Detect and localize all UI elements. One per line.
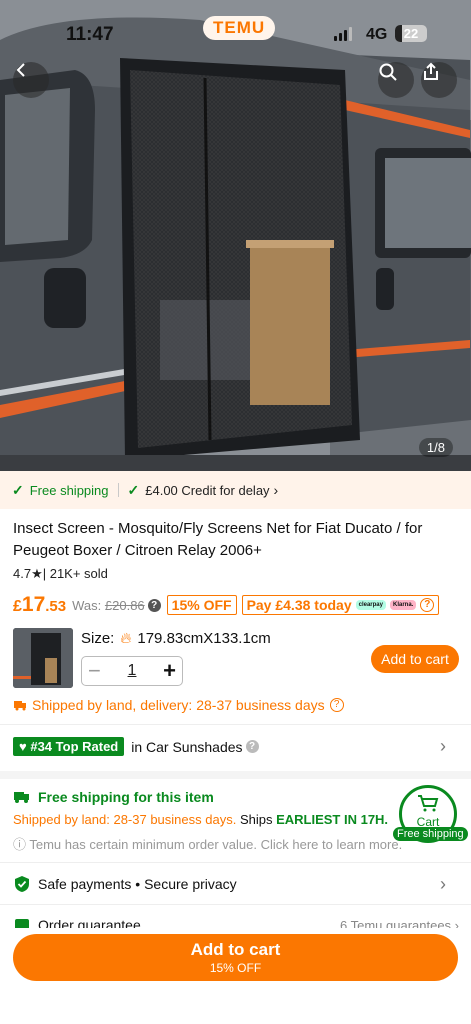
size-label: Size: [81, 630, 115, 647]
truck-icon [14, 701, 26, 711]
price-row: £17.53 Was: £20.86 ? 15% OFF Pay £4.38 t… [13, 593, 440, 617]
variant-thumbnail[interactable] [13, 628, 73, 688]
safe-payments-row[interactable]: Safe payments • Secure privacy › [13, 873, 459, 894]
search-button[interactable] [378, 62, 414, 98]
check-icon: ✓ [12, 481, 24, 498]
cart-icon [418, 795, 439, 812]
truck-icon [14, 792, 29, 803]
search-icon [379, 63, 397, 81]
section-gap [0, 771, 471, 779]
chevron-right-icon: › [273, 482, 279, 498]
battery-icon: 22 [395, 25, 427, 42]
info-icon: ? [329, 698, 344, 712]
chevron-right-icon: › [440, 873, 446, 894]
category-label: in Car Sunshades [131, 738, 243, 755]
network-label: 4G [366, 26, 388, 43]
minimum-order-note[interactable]: ⓘ Temu has certain minimum order value. … [13, 834, 433, 853]
info-icon: ? [420, 598, 435, 612]
divider [0, 904, 471, 905]
product-image[interactable]: 11:47 TEMU 4G 22 1/8 [0, 0, 471, 471]
credit-label: £4.00 Credit for delay [145, 482, 270, 498]
divider [117, 483, 119, 497]
delivery-row[interactable]: Shipped by land, delivery: 28-37 busines… [13, 697, 344, 713]
shipping-banner[interactable]: ✓ Free shipping ✓ £4.00 Credit for delay… [0, 471, 471, 509]
product-title: Insect Screen - Mosquito/Fly Screens Net… [13, 520, 423, 559]
status-time: 11:47 [66, 24, 114, 45]
brand-logo: TEMU [203, 16, 276, 40]
image-counter: 1/8 [418, 438, 453, 457]
increase-quantity-button[interactable]: + [163, 658, 176, 684]
decrease-quantity-button[interactable]: − [88, 658, 101, 684]
share-button[interactable] [421, 62, 457, 98]
top-rated-badge: ♥︎ #34 Top Rated [13, 737, 125, 756]
size-value: 179.83cmX133.1cm [137, 630, 271, 647]
signal-icon [334, 27, 352, 41]
was-price: Was: £20.86 [72, 597, 145, 613]
klarna-logo: Klarna. [389, 600, 417, 610]
current-price: £17.53 [13, 593, 67, 616]
add-to-cart-button[interactable]: Add to cart 15% OFF [13, 934, 458, 981]
discount-badge: 15% OFF [166, 595, 237, 615]
free-shipping-subtitle: Shipped by land: 28-37 business days. Sh… [13, 812, 389, 827]
status-bar: 11:47 TEMU 4G 22 [0, 0, 471, 60]
back-button[interactable] [13, 62, 49, 98]
battery-level: 22 [403, 26, 419, 41]
shield-icon [15, 876, 29, 892]
star-icon: ★ [31, 566, 43, 581]
help-icon[interactable]: ? [147, 598, 161, 612]
quantity-value[interactable]: 1 [128, 662, 137, 680]
free-shipping-label: Free shipping [29, 482, 109, 498]
clearpay-logo: clearpay [355, 600, 386, 610]
variant-image [13, 628, 73, 688]
free-shipping-title[interactable]: Free shipping for this item [13, 789, 214, 805]
share-icon [424, 62, 438, 80]
flame-icon: 🔥︎ [120, 630, 132, 647]
top-rated-row[interactable]: ♥︎ #34 Top Rated in Car Sunshades ? › [13, 736, 459, 756]
quantity-stepper: − 1 + [81, 656, 183, 686]
pay-today-box[interactable]: Pay £4.38 today clearpay Klarna. ? [241, 595, 440, 615]
add-to-cart-label: Add to cart [190, 940, 281, 959]
back-icon [16, 63, 25, 77]
add-to-cart-small-button[interactable]: Add to cart [371, 645, 459, 673]
info-icon: ? [245, 740, 259, 753]
cart-free-shipping-tag: Free shipping [393, 827, 468, 841]
size-selector[interactable]: Size: 🔥︎ 179.83cmX133.1cm [81, 630, 271, 647]
chevron-right-icon: › [440, 736, 446, 756]
divider [0, 862, 471, 863]
rating-row[interactable]: 4.7★| 21K+ sold [13, 566, 108, 582]
add-to-cart-discount: 15% OFF [209, 961, 262, 975]
delivery-text: Shipped by land, delivery: 28-37 busines… [32, 697, 325, 713]
sold-count: | 21K+ sold [42, 566, 108, 581]
trophy-icon: ♥︎ [19, 739, 27, 754]
rating-value: 4.7 [13, 566, 32, 581]
check-icon: ✓ [127, 481, 140, 498]
divider [0, 724, 471, 725]
